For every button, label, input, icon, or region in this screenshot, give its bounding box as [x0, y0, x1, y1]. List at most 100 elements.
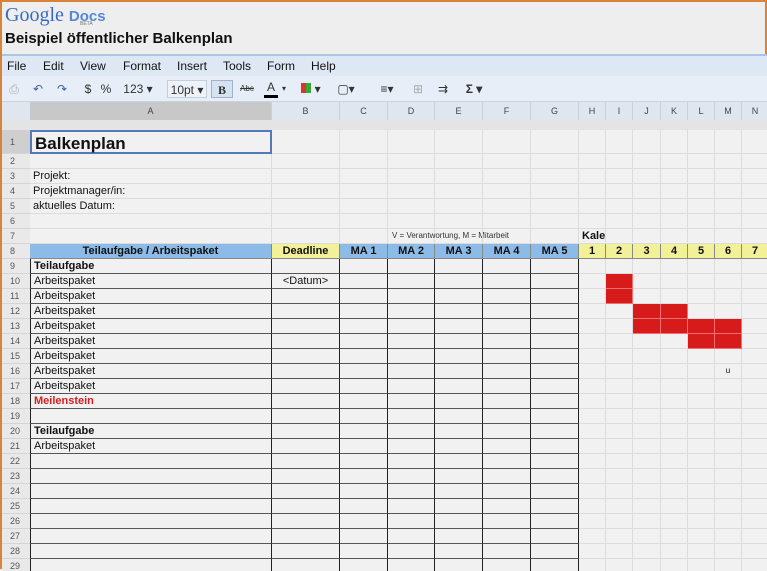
cell-B8[interactable]: Deadline — [272, 244, 340, 259]
cell-N25[interactable] — [742, 499, 767, 514]
cell-J27[interactable] — [633, 529, 661, 544]
cell-H20[interactable] — [579, 424, 606, 439]
cell-G29[interactable] — [531, 559, 579, 571]
row-header-2[interactable]: 2 — [2, 154, 30, 169]
row-header-24[interactable]: 24 — [2, 484, 30, 499]
cell-H21[interactable] — [579, 439, 606, 454]
cell-H7[interactable]: Kale — [579, 229, 606, 244]
cell-I3[interactable] — [606, 169, 633, 184]
cell-M5[interactable] — [715, 199, 742, 214]
cell-B16[interactable] — [272, 364, 340, 379]
cell-F23[interactable] — [483, 469, 531, 484]
cell-M9[interactable] — [715, 259, 742, 274]
cell-B28[interactable] — [272, 544, 340, 559]
cell-H15[interactable] — [579, 349, 606, 364]
cell-N27[interactable] — [742, 529, 767, 544]
cell-C27[interactable] — [340, 529, 388, 544]
spreadsheet-grid[interactable]: ABCDEFGHIJKLMN1Balkenplan23Projekt:4Proj… — [2, 102, 767, 571]
cell-C9[interactable] — [340, 259, 388, 274]
cell-C24[interactable] — [340, 484, 388, 499]
cell-J17[interactable] — [633, 379, 661, 394]
cell-I8[interactable]: 2 — [606, 244, 633, 259]
cell-I20[interactable] — [606, 424, 633, 439]
cell-D25[interactable] — [388, 499, 435, 514]
cell-N24[interactable] — [742, 484, 767, 499]
cell-J18[interactable] — [633, 394, 661, 409]
cell-C2[interactable] — [340, 154, 388, 169]
cell-G23[interactable] — [531, 469, 579, 484]
cell-B21[interactable] — [272, 439, 340, 454]
row-header-27[interactable]: 27 — [2, 529, 30, 544]
cell-C21[interactable] — [340, 439, 388, 454]
row-header-12[interactable]: 12 — [2, 304, 30, 319]
cell-M23[interactable] — [715, 469, 742, 484]
gantt-bar-cell[interactable] — [606, 289, 633, 304]
cell-F12[interactable] — [483, 304, 531, 319]
menu-file[interactable]: File — [7, 59, 26, 73]
cell-N14[interactable] — [742, 334, 767, 349]
cell-L16[interactable] — [688, 364, 715, 379]
cell-M1[interactable] — [715, 130, 742, 154]
cell-H24[interactable] — [579, 484, 606, 499]
cell-C29[interactable] — [340, 559, 388, 571]
cell-D22[interactable] — [388, 454, 435, 469]
cell-F16[interactable] — [483, 364, 531, 379]
chevron-down-icon[interactable]: ▾ — [279, 80, 289, 98]
row-header-8[interactable]: 8 — [2, 244, 30, 259]
cell-N5[interactable] — [742, 199, 767, 214]
cell-M3[interactable] — [715, 169, 742, 184]
cell-A20[interactable]: Teilaufgabe — [30, 424, 272, 439]
fill-color-icon[interactable]: ▾ — [300, 80, 322, 98]
gantt-bar-cell[interactable] — [661, 304, 688, 319]
cell-E27[interactable] — [435, 529, 483, 544]
cell-G18[interactable] — [531, 394, 579, 409]
column-header-F[interactable]: F — [483, 102, 531, 120]
cell-A28[interactable] — [30, 544, 272, 559]
cell-E22[interactable] — [435, 454, 483, 469]
cell-F20[interactable] — [483, 424, 531, 439]
cell-G21[interactable] — [531, 439, 579, 454]
row-header-15[interactable]: 15 — [2, 349, 30, 364]
cell-H13[interactable] — [579, 319, 606, 334]
cell-F14[interactable] — [483, 334, 531, 349]
cell-H8[interactable]: 1 — [579, 244, 606, 259]
bold-button[interactable]: B — [211, 80, 233, 98]
cell-J14[interactable] — [633, 334, 661, 349]
cell-N21[interactable] — [742, 439, 767, 454]
cell-D8[interactable]: MA 2 — [388, 244, 435, 259]
cell-A19[interactable] — [30, 409, 272, 424]
cell-D10[interactable] — [388, 274, 435, 289]
cell-H1[interactable] — [579, 130, 606, 154]
gantt-bar-cell[interactable] — [633, 319, 661, 334]
cell-N19[interactable] — [742, 409, 767, 424]
row-header-18[interactable]: 18 — [2, 394, 30, 409]
cell-E6[interactable] — [435, 214, 483, 229]
gantt-bar-cell[interactable] — [715, 334, 742, 349]
cell-A29[interactable] — [30, 559, 272, 571]
row-header-13[interactable]: 13 — [2, 319, 30, 334]
cell-K3[interactable] — [661, 169, 688, 184]
cell-K25[interactable] — [661, 499, 688, 514]
cell-E12[interactable] — [435, 304, 483, 319]
cell-I27[interactable] — [606, 529, 633, 544]
undo-icon[interactable]: ↶ — [30, 80, 46, 98]
cell-I24[interactable] — [606, 484, 633, 499]
cell-G3[interactable] — [531, 169, 579, 184]
cell-K24[interactable] — [661, 484, 688, 499]
cell-A11[interactable]: Arbeitspaket — [30, 289, 272, 304]
cell-D21[interactable] — [388, 439, 435, 454]
row-header-22[interactable]: 22 — [2, 454, 30, 469]
cell-G27[interactable] — [531, 529, 579, 544]
cell-J28[interactable] — [633, 544, 661, 559]
cell-G25[interactable] — [531, 499, 579, 514]
cell-J9[interactable] — [633, 259, 661, 274]
cell-B4[interactable] — [272, 184, 340, 199]
cell-F17[interactable] — [483, 379, 531, 394]
cell-A22[interactable] — [30, 454, 272, 469]
row-header-19[interactable]: 19 — [2, 409, 30, 424]
cell-H23[interactable] — [579, 469, 606, 484]
cell-A3[interactable]: Projekt: — [30, 169, 272, 184]
cell-J3[interactable] — [633, 169, 661, 184]
cell-D23[interactable] — [388, 469, 435, 484]
cell-J11[interactable] — [633, 289, 661, 304]
